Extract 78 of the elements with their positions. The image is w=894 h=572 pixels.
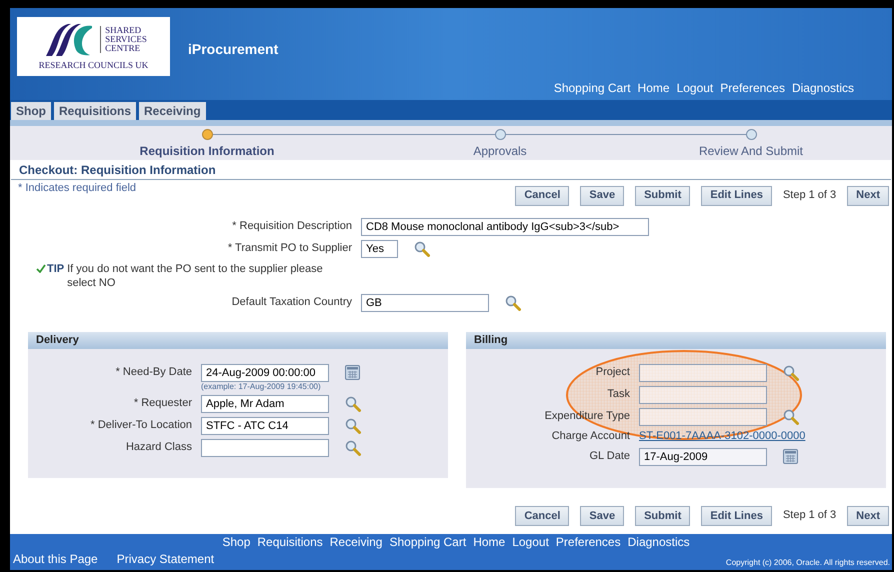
input-field[interactable]: 17-Aug-2009	[639, 448, 767, 466]
footer-link[interactable]: Preferences	[556, 534, 621, 551]
field-label: Hazard Class	[126, 440, 192, 453]
footer-link[interactable]: About this Page	[13, 551, 98, 568]
app-title: iProcurement	[188, 41, 278, 58]
search-icon[interactable]	[414, 240, 430, 257]
train-step-label: Approvals	[473, 144, 527, 159]
footer-link[interactable]: Privacy Statement	[116, 551, 214, 568]
logo-text: SERVICES	[105, 35, 147, 44]
global-link[interactable]: Diagnostics	[792, 81, 854, 96]
global-link[interactable]: Preferences	[720, 81, 785, 96]
footer-link[interactable]: Requisitions	[257, 534, 323, 551]
step-text: Step 1 of 3	[782, 188, 836, 203]
search-icon[interactable]	[345, 418, 361, 434]
search-icon[interactable]	[505, 294, 521, 311]
search-icon[interactable]	[783, 364, 799, 381]
search-icon[interactable]	[345, 440, 361, 456]
region-header: Billing	[466, 332, 886, 349]
step-text: Step 1 of 3	[782, 509, 836, 523]
field-label: Task	[607, 388, 630, 400]
field-label: Project	[596, 366, 630, 378]
tip-label: TIP	[47, 262, 64, 276]
global-link[interactable]: Logout	[676, 81, 714, 96]
format-hint: (example: 17-Aug-2009 19:45:00)	[201, 382, 321, 391]
footer-link[interactable]: Shop	[222, 534, 250, 551]
input-field[interactable]: GB	[361, 294, 489, 312]
tab[interactable]: Shop	[11, 102, 51, 120]
tip-text: If you do not want the PO sent to the supplier please select NO	[67, 262, 324, 290]
train-step-label: Review And Submit	[698, 144, 804, 159]
required-note: * Indicates required field	[18, 182, 136, 196]
input-field[interactable]	[639, 386, 767, 404]
copyright-text: Copyright (c) 2006, Oracle. All rights reserved.	[726, 558, 890, 568]
field-label: * Requisition Description	[232, 220, 352, 232]
footer-link[interactable]: Home	[473, 534, 506, 551]
input-field[interactable]: STFC - ATC C14	[201, 416, 329, 435]
footer-link[interactable]: Receiving	[330, 534, 382, 551]
search-icon[interactable]	[783, 408, 799, 425]
action-button[interactable]: Submit	[635, 506, 690, 526]
region-header: Delivery	[28, 332, 448, 349]
train-step-label: Requisition Information	[140, 144, 274, 159]
action-button[interactable]: Submit	[635, 186, 690, 206]
tab[interactable]: Requisitions	[54, 102, 136, 120]
action-button[interactable]: Edit Lines	[701, 506, 772, 526]
footer-link[interactable]: Shopping Cart	[389, 534, 466, 551]
footer-link[interactable]: Diagnostics	[628, 534, 690, 551]
input-field[interactable]: CD8 Mouse monoclonal antibody IgG<sub>3</sub>	[361, 218, 649, 236]
action-button[interactable]: Next	[847, 506, 889, 526]
calendar-icon[interactable]	[783, 449, 798, 464]
footer-link[interactable]: Logout	[512, 534, 549, 551]
action-button[interactable]: Edit Lines	[701, 186, 772, 206]
tab[interactable]: Receiving	[139, 102, 206, 120]
logo-caption: RESEARCH COUNCILS UK	[38, 60, 148, 72]
input-field[interactable]: Apple, Mr Adam	[201, 394, 329, 413]
input-field[interactable]: Yes	[361, 240, 398, 258]
field-label: Default Taxation Country	[232, 296, 352, 308]
input-field[interactable]	[201, 438, 329, 457]
page-title: Checkout: Requisition Information	[19, 163, 216, 177]
search-icon[interactable]	[345, 396, 361, 412]
action-button[interactable]: Cancel	[515, 506, 570, 526]
input-field[interactable]: 24-Aug-2009 00:00:00	[201, 364, 329, 382]
field-label: GL Date	[589, 450, 630, 462]
field-label: * Deliver-To Location	[90, 418, 192, 431]
action-button[interactable]: Next	[847, 186, 889, 206]
field-label: * Requester	[134, 396, 192, 409]
action-button[interactable]: Save	[580, 186, 624, 206]
input-field[interactable]	[639, 408, 767, 426]
logo-text: CENTRE	[105, 44, 142, 54]
global-link[interactable]: Shopping Cart	[554, 81, 631, 96]
input-field[interactable]	[639, 364, 767, 382]
check-icon	[36, 264, 46, 273]
action-button[interactable]: Save	[580, 506, 624, 526]
logo-text: SHARED	[105, 26, 142, 36]
field-label: Charge Account	[552, 430, 630, 442]
calendar-icon[interactable]	[345, 365, 360, 380]
global-link[interactable]: Home	[638, 81, 670, 96]
field-label: * Transmit PO to Supplier	[228, 242, 352, 254]
field-label: * Need-By Date	[116, 366, 192, 378]
action-button[interactable]: Cancel	[515, 186, 570, 206]
